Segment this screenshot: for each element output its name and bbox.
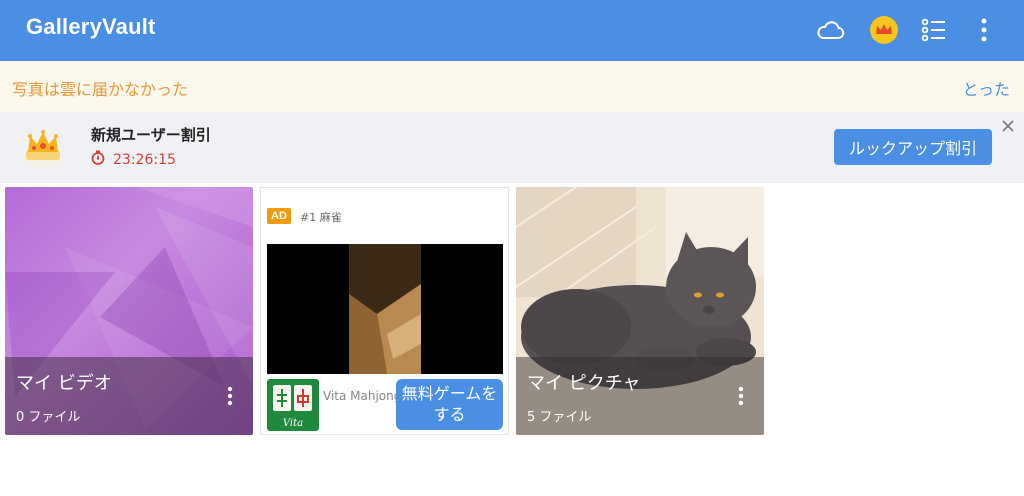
crown-gift-icon (20, 126, 66, 172)
card-title: マイ ビデオ (16, 373, 112, 394)
stopwatch-icon (91, 150, 105, 169)
app-bar: GalleryVault (0, 0, 1024, 61)
cloud-icon[interactable] (814, 14, 846, 46)
more-vert-icon[interactable] (968, 14, 1000, 46)
more-vert-icon[interactable] (221, 385, 239, 407)
card-file-count: 5 ファイル (527, 410, 592, 425)
new-user-discount-banner: 新規ユーザー割引 23:26:15 ルックアップ割引 (0, 112, 1024, 183)
app-title: GalleryVault (26, 14, 156, 39)
sync-notice-banner: 写真は雲に届かなかった とった (0, 61, 1024, 112)
video-album-card[interactable]: マイ ビデオ 0 ファイル (5, 187, 253, 435)
card-file-count: 0 ファイル (16, 410, 81, 425)
close-icon[interactable] (1000, 118, 1016, 134)
ad-badge: AD (267, 208, 291, 224)
crown-icon[interactable] (868, 14, 900, 46)
card-title: マイ ピクチャ (527, 373, 641, 394)
sync-notice-action[interactable]: とった (962, 76, 1010, 100)
ad-app-name: Vita Mahjong (323, 389, 402, 403)
mahjong-app-icon[interactable]: Vita (267, 379, 319, 431)
list-icon[interactable] (918, 14, 950, 46)
ad-card[interactable]: AD #1 麻雀 Vita Vita Mahjong 無料ゲームをする (260, 187, 509, 435)
picture-album-card[interactable]: マイ ピクチャ 5 ファイル (516, 187, 764, 435)
ad-media-image[interactable] (267, 244, 503, 374)
lookup-discount-button[interactable]: ルックアップ割引 (834, 129, 992, 165)
play-free-game-button[interactable]: 無料ゲームをする (396, 379, 503, 430)
ad-label: #1 麻雀 (300, 211, 342, 224)
promo-title: 新規ユーザー割引 (91, 126, 211, 144)
more-vert-icon[interactable] (732, 385, 750, 407)
sync-notice-text: 写真は雲に届かなかった (12, 80, 189, 99)
app-icon-text: Vita (283, 418, 303, 429)
promo-timer-text: 23:26:15 (113, 151, 176, 168)
promo-timer: 23:26:15 (91, 150, 176, 169)
